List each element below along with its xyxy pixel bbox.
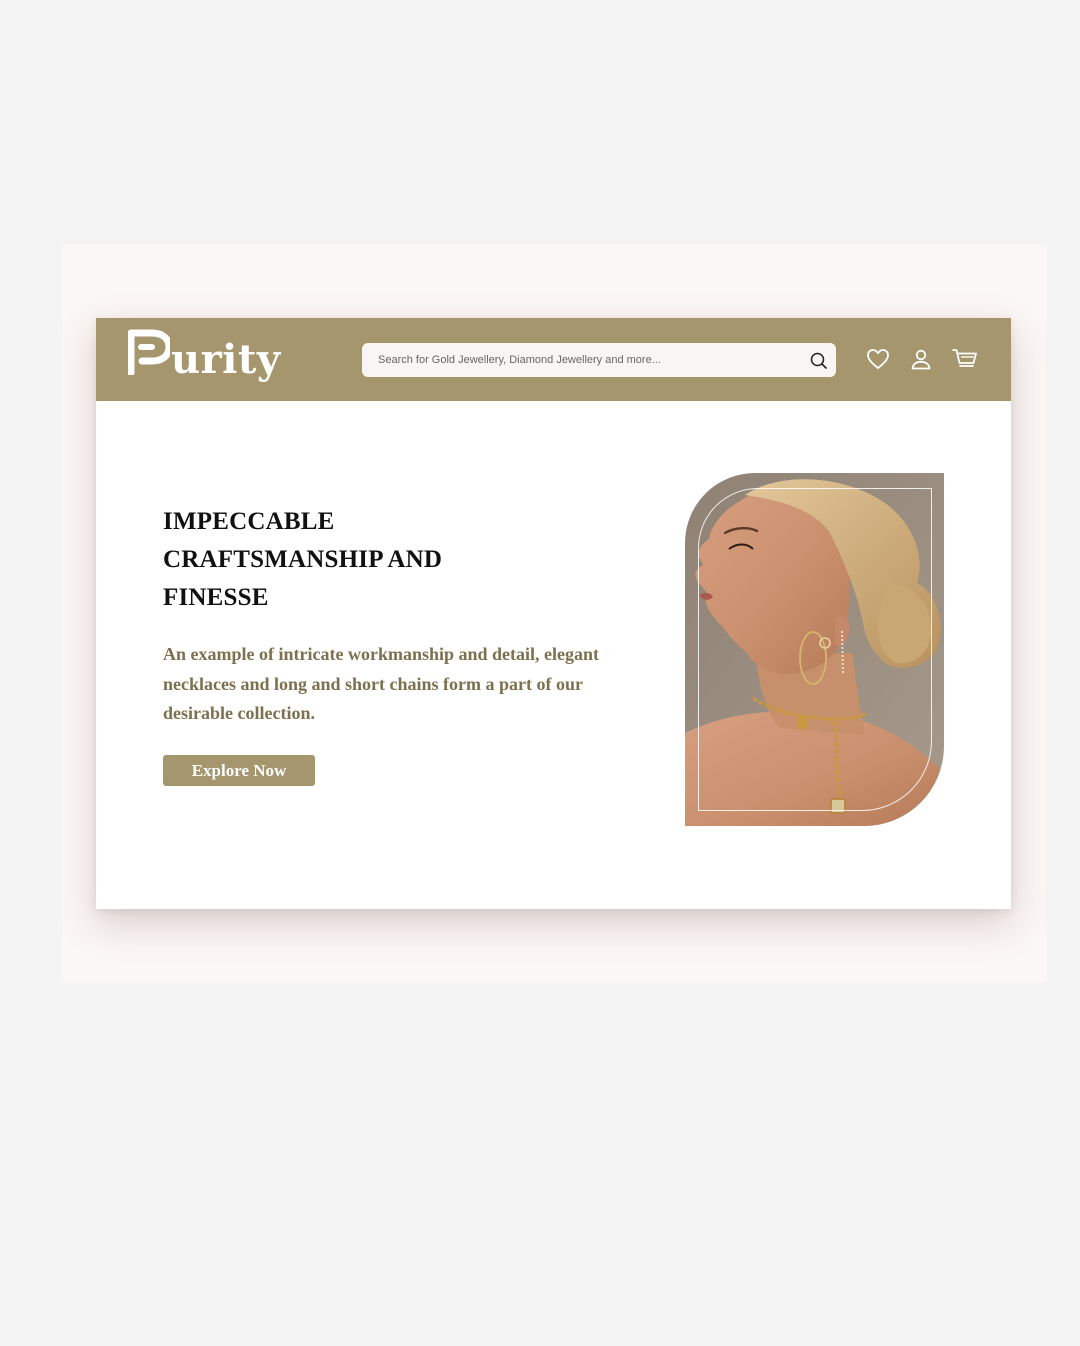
website-mockup: urity Search for Gold Jewellery, Diamond… xyxy=(96,318,1011,909)
hero-title-line: CRAFTSMANSHIP AND xyxy=(163,546,443,573)
hero-model-image xyxy=(685,473,944,826)
brand-name: urity xyxy=(171,336,281,383)
user-icon[interactable] xyxy=(908,346,934,372)
hero-description-line: desirable collection. xyxy=(163,703,315,723)
search-bar xyxy=(362,343,836,377)
logo-p-mark-icon xyxy=(127,329,173,377)
search-input[interactable] xyxy=(362,343,808,377)
hero-description-line: necklaces and long and short chains form… xyxy=(163,673,584,694)
header-bar: urity xyxy=(96,318,1011,401)
hero-description-line: An example of intricate workmanship and … xyxy=(163,644,599,664)
search-icon[interactable] xyxy=(808,350,828,370)
hero-title: IMPECCABLE CRAFTSMANSHIP AND FINESSE xyxy=(163,503,493,617)
cart-icon[interactable] xyxy=(952,346,978,372)
hero-title-line: IMPECCABLE xyxy=(163,508,335,535)
heart-icon[interactable] xyxy=(865,346,891,372)
explore-now-button[interactable]: Explore Now xyxy=(163,755,315,786)
hero-title-line: FINESSE xyxy=(163,584,269,611)
hero-description: An example of intricate workmanship and … xyxy=(163,640,663,729)
brand-logo[interactable]: urity xyxy=(127,326,281,392)
